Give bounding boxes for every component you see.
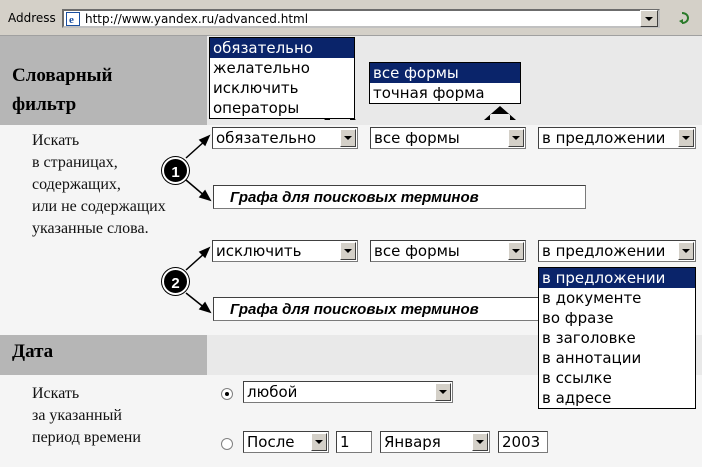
- date-month-select[interactable]: Января: [380, 431, 490, 453]
- forms-select-value: все формы: [374, 129, 460, 147]
- scope-options-list: в предложении в документе во фразе в заг…: [538, 267, 696, 409]
- date-day-value: 1: [340, 433, 350, 451]
- pointer-arrow-forms: [484, 106, 516, 120]
- search-terms-input-2[interactable]: Графа для поисковых терминов: [213, 297, 543, 321]
- date-after-select-value: После: [247, 433, 295, 451]
- date-month-value: Января: [384, 433, 441, 451]
- date-any-radio[interactable]: [221, 388, 233, 400]
- scope-option[interactable]: в заголовке: [539, 328, 695, 348]
- chevron-down-icon[interactable]: [472, 433, 488, 451]
- date-after-radio[interactable]: [221, 438, 233, 450]
- forms-option[interactable]: точная форма: [370, 83, 520, 103]
- date-day-input[interactable]: 1: [336, 431, 372, 453]
- arrowhead: [198, 301, 212, 314]
- requirement-select-1[interactable]: обязательно: [212, 127, 358, 149]
- scope-option[interactable]: в документе: [539, 288, 695, 308]
- date-after-select[interactable]: После: [243, 431, 329, 453]
- requirement-option[interactable]: операторы: [210, 98, 354, 118]
- date-year-input[interactable]: 2003: [498, 431, 548, 453]
- badge-1: 1: [162, 157, 189, 184]
- chevron-down-icon[interactable]: [508, 242, 524, 260]
- badge-2: 2: [162, 268, 189, 295]
- scope-option[interactable]: во фразе: [539, 308, 695, 328]
- forms-select-2[interactable]: все формы: [370, 240, 526, 262]
- scope-option[interactable]: в адресе: [539, 388, 695, 408]
- scope-select-1[interactable]: в предложении: [538, 127, 696, 149]
- requirement-option[interactable]: исключить: [210, 78, 354, 98]
- forms-options-list: все формы точная форма: [369, 62, 521, 104]
- chevron-down-icon[interactable]: [311, 433, 327, 451]
- requirement-options-list: обязательно желательно исключить операто…: [209, 37, 355, 119]
- scope-option[interactable]: в аннотации: [539, 348, 695, 368]
- date-any-select-value: любой: [247, 383, 298, 401]
- requirement-select-2[interactable]: исключить: [212, 240, 358, 262]
- forms-option[interactable]: все формы: [370, 63, 520, 83]
- requirement-option[interactable]: обязательно: [210, 38, 354, 58]
- scope-select-2[interactable]: в предложении: [538, 240, 696, 262]
- chevron-down-icon[interactable]: [508, 129, 524, 147]
- chevron-down-icon[interactable]: [678, 242, 694, 260]
- scope-option[interactable]: в ссылке: [539, 368, 695, 388]
- forms-select-value: все формы: [374, 242, 460, 260]
- chevron-down-icon[interactable]: [435, 383, 451, 401]
- forms-select-1[interactable]: все формы: [370, 127, 526, 149]
- scope-select-value: в предложении: [542, 242, 666, 260]
- scope-option[interactable]: в предложении: [539, 268, 695, 288]
- chevron-down-icon[interactable]: [340, 129, 356, 147]
- requirement-select-value: исключить: [216, 242, 302, 260]
- chevron-down-icon[interactable]: [678, 129, 694, 147]
- search-terms-input-1[interactable]: Графа для поисковых терминов: [213, 185, 586, 209]
- date-any-select[interactable]: любой: [243, 381, 453, 403]
- chevron-down-icon[interactable]: [340, 242, 356, 260]
- requirement-option[interactable]: желательно: [210, 58, 354, 78]
- scope-select-value: в предложении: [542, 129, 666, 147]
- date-year-value: 2003: [502, 433, 541, 451]
- requirement-select-value: обязательно: [216, 129, 316, 147]
